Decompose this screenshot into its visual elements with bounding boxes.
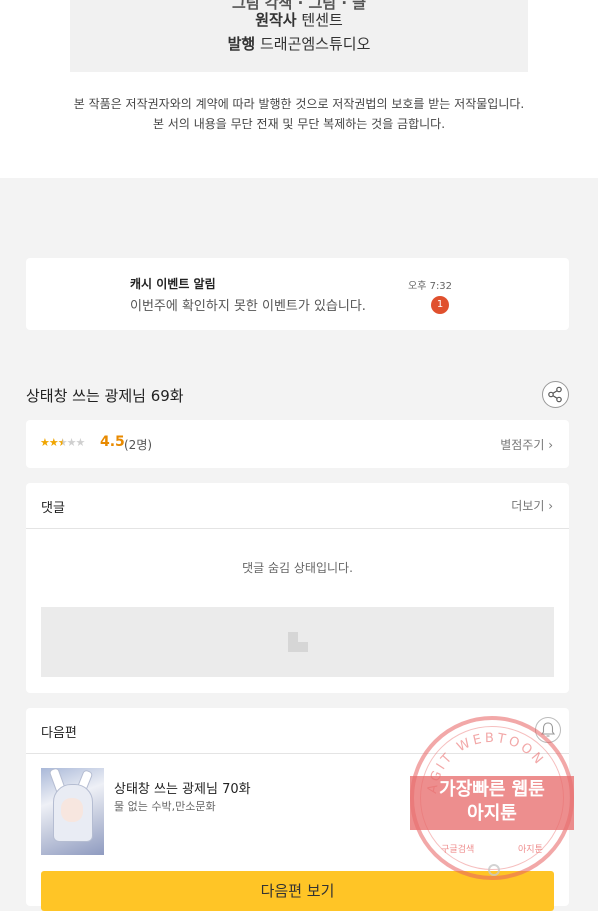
star-icon: ★ xyxy=(48,436,59,449)
comments-title: 댓글 xyxy=(41,501,65,516)
next-episode-section-title: 다음편 xyxy=(41,726,77,741)
notice-title: 캐시 이벤트 알림 xyxy=(130,277,216,291)
rating-stars: ★★★★★ xyxy=(40,436,86,449)
share-button[interactable] xyxy=(542,381,569,408)
comments-card: 댓글 더보기 › 댓글 숨김 상태입니다. xyxy=(26,483,569,693)
watermark-bottom-right: 아지툰 xyxy=(518,845,543,855)
star-icon: ★ xyxy=(40,436,50,449)
star-empty-icon: ★ xyxy=(75,436,86,449)
next-episode-subtitle: 물 없는 수박,만소문화 xyxy=(114,800,216,813)
watermark-bottom-left: 구글검색 xyxy=(441,845,475,855)
star-half-icon: ★ xyxy=(57,436,68,449)
notice-body: 이번주에 확인하지 못한 이벤트가 있습니다. xyxy=(130,299,366,314)
credits-publisher: 발행 드래곤엠스튜디오 xyxy=(70,33,528,54)
episode-title: 상태창 쓰는 광제님 69화 xyxy=(26,387,184,405)
rate-button[interactable]: 별점주기 › xyxy=(500,436,553,453)
watermark-band: 가장빠른 웹툰 아지툰 xyxy=(410,776,574,830)
notice-count-badge: 1 xyxy=(431,296,449,314)
notice-time: 오후 7:32 xyxy=(408,281,453,292)
author-label: 원작사 xyxy=(255,11,297,29)
rating-count: (2명) xyxy=(124,438,153,452)
credits-box: 그림 각색 · 그림 · 글 원작사 텐센트 발행 드래곤엠스튜디오 xyxy=(70,0,528,72)
notice-card[interactable]: 캐시 이벤트 알림 이번주에 확인하지 못한 이벤트가 있습니다. 오후 7:3… xyxy=(26,258,569,330)
watermark-bottom: 구글검색 아지툰 xyxy=(414,842,570,855)
star-empty-icon: ★ xyxy=(66,436,77,449)
comments-more-link[interactable]: 더보기 › xyxy=(511,497,553,514)
watermark-line-1: 가장빠른 웹툰 xyxy=(439,779,545,800)
publisher-label: 발행 xyxy=(227,35,256,53)
copyright-line-1: 본 작품은 저작권자와의 계약에 따라 발행한 것으로 저작권법의 보호를 받는… xyxy=(73,97,525,111)
image-placeholder-icon xyxy=(288,632,308,652)
rating-card: ★★★★★ 4.5 (2명) 별점주기 › xyxy=(26,420,569,468)
ad-placeholder xyxy=(41,607,554,677)
next-episode-title[interactable]: 상태창 쓰는 광제님 70화 xyxy=(114,778,251,797)
comments-header: 댓글 더보기 › xyxy=(26,483,569,529)
author-value: 텐센트 xyxy=(301,11,343,29)
publisher-value: 드래곤엠스튜디오 xyxy=(259,35,371,53)
watermark-stamp: AGIT WEBTOON 가장빠른 웹툰 아지툰 구글검색 아지툰 xyxy=(410,716,574,880)
share-icon xyxy=(548,386,562,403)
next-episode-thumbnail[interactable] xyxy=(41,768,104,855)
rating-value: 4.5 xyxy=(100,434,125,450)
top-section: 그림 각색 · 그림 · 글 원작사 텐센트 발행 드래곤엠스튜디오 본 작품은… xyxy=(0,0,598,178)
comments-hidden-message: 댓글 숨김 상태입니다. xyxy=(242,561,353,575)
watermark-line-2: 아지툰 xyxy=(467,803,517,824)
google-logo-icon xyxy=(488,864,500,876)
credits-author: 원작사 텐센트 xyxy=(70,9,528,30)
copyright-line-2: 본 서의 내용을 무단 전재 및 무단 복제하는 것을 금합니다. xyxy=(152,117,446,131)
